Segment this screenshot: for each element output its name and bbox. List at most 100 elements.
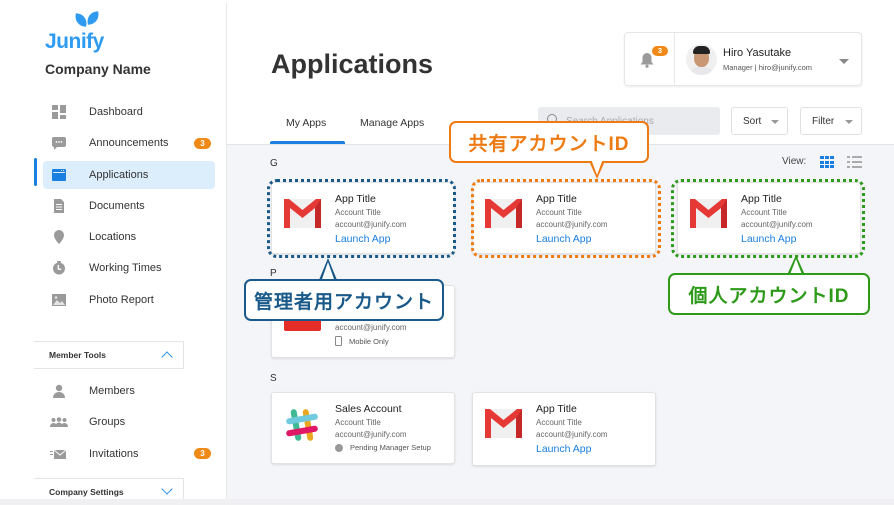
logo-leaf-icon — [74, 13, 88, 27]
invitations-badge: 3 — [194, 448, 211, 460]
user-name: Hiro Yasutake — [723, 47, 792, 59]
sidebar-item-label: Working Times — [89, 262, 162, 275]
account-title: Account Title — [536, 208, 582, 217]
sidebar-item-label: Locations — [89, 231, 137, 244]
sidebar-item-label: Photo Report — [89, 293, 154, 306]
clock-icon — [53, 261, 65, 275]
sort-label: Sort — [743, 115, 762, 127]
notifications-badge: 3 — [652, 46, 668, 56]
sidebar-item-locations[interactable]: Locations — [34, 223, 216, 251]
logo-text: Junify — [45, 30, 104, 53]
chevron-up-icon — [161, 351, 173, 363]
grid-view-icon[interactable] — [820, 156, 834, 168]
image-icon — [52, 293, 66, 306]
launch-app-link[interactable]: Launch App — [536, 443, 591, 455]
map-pin-icon — [54, 230, 64, 245]
app-card[interactable]: Sales Account Account Title account@juni… — [271, 392, 455, 464]
sidebar-item-members[interactable]: Members — [34, 377, 216, 405]
app-title: App Title — [741, 193, 782, 205]
sidebar-item-label: Announcements — [89, 137, 169, 150]
app-card[interactable]: App Title Account Title account@junify.c… — [472, 392, 656, 466]
active-tab-indicator — [270, 141, 345, 144]
sidebar: Junify Company Name Dashboard Announceme… — [0, 0, 226, 505]
app-card[interactable]: App Title Account Title account@junify.c… — [472, 182, 656, 254]
sidebar-item-announcements[interactable]: Announcements 3 — [34, 129, 216, 157]
list-view-icon[interactable] — [847, 156, 862, 168]
status-text: Pending Manager Setup — [350, 443, 431, 452]
gmail-icon — [284, 199, 321, 228]
filter-dropdown[interactable]: Filter — [800, 107, 862, 135]
gmail-icon — [690, 199, 727, 228]
caret-down-icon — [771, 120, 779, 124]
account-title: Account Title — [741, 208, 787, 217]
slack-icon — [286, 409, 318, 441]
junify-logo[interactable]: Junify — [45, 11, 115, 53]
launch-app-link[interactable]: Launch App — [536, 233, 591, 245]
app-status: Mobile Only — [335, 336, 389, 346]
sidebar-item-applications[interactable]: Applications — [43, 160, 215, 189]
sidebar-item-label: Members — [89, 385, 135, 397]
app-card[interactable]: App Title Account Title account@junify.c… — [271, 182, 455, 254]
view-label: View: — [782, 156, 807, 167]
app-title: Sales Account — [335, 403, 402, 415]
member-tools-nav: Members Groups Invitations 3 — [34, 377, 216, 471]
account-email: account@junify.com — [536, 430, 608, 439]
gmail-icon — [485, 199, 522, 228]
caret-down-icon — [845, 120, 853, 124]
account-email: account@junify.com — [536, 220, 608, 229]
sidebar-item-groups[interactable]: Groups — [34, 408, 216, 436]
sidebar-nav: Dashboard Announcements 3 Applications D… — [34, 98, 216, 317]
bell-icon — [640, 53, 654, 68]
main-content: Applications 3 Hiro Yasutake Manager | h… — [226, 3, 894, 499]
bottom-border — [0, 499, 894, 505]
account-email: account@junify.com — [335, 220, 407, 229]
sort-dropdown[interactable]: Sort — [731, 107, 788, 135]
account-title: Account Title — [335, 208, 381, 217]
logo-leaf-icon — [86, 11, 100, 25]
sidebar-item-dashboard[interactable]: Dashboard — [34, 98, 216, 126]
chat-bubble-icon — [52, 137, 66, 151]
app-title: App Title — [536, 403, 577, 415]
sidebar-item-photo-report[interactable]: Photo Report — [34, 286, 216, 314]
avatar[interactable] — [686, 44, 717, 75]
sidebar-item-working-times[interactable]: Working Times — [34, 254, 216, 282]
admin-account-callout: 管理者用アカウント — [244, 279, 444, 321]
person-icon — [53, 384, 65, 398]
launch-app-link[interactable]: Launch App — [335, 233, 390, 245]
section-title: Member Tools — [49, 350, 106, 360]
sidebar-item-label: Groups — [89, 416, 126, 429]
chevron-down-icon — [161, 483, 173, 495]
app-status: Pending Manager Setup — [335, 443, 431, 452]
app-card[interactable]: App Title Account Title account@junify.c… — [677, 182, 861, 254]
launch-app-link[interactable]: Launch App — [741, 233, 796, 245]
account-email: account@junify.com — [335, 430, 407, 439]
sidebar-item-label: Invitations — [89, 447, 139, 460]
member-tools-header[interactable]: Member Tools — [34, 341, 184, 369]
personal-account-callout: 個人アカウントID — [668, 273, 870, 315]
caret-down-icon[interactable] — [839, 59, 849, 64]
account-email: account@junify.com — [335, 323, 407, 332]
page-title: Applications — [271, 49, 434, 79]
tab-my-apps[interactable]: My Apps — [286, 117, 326, 129]
notifications-button[interactable]: 3 — [625, 33, 675, 85]
sidebar-item-invitations[interactable]: Invitations 3 — [34, 440, 216, 468]
account-email: account@junify.com — [741, 220, 813, 229]
filter-label: Filter — [812, 115, 835, 127]
tab-manage-apps[interactable]: Manage Apps — [360, 117, 424, 129]
group-letter: G — [270, 158, 278, 169]
document-icon — [54, 198, 64, 213]
sidebar-item-label: Applications — [89, 168, 149, 181]
sidebar-item-label: Dashboard — [89, 106, 143, 118]
dashboard-icon — [52, 105, 66, 119]
account-title: Account Title — [536, 418, 582, 427]
company-name: Company Name — [45, 61, 151, 77]
sidebar-item-documents[interactable]: Documents — [34, 192, 216, 220]
app-title: App Title — [335, 193, 376, 205]
shared-account-callout: 共有アカウントID — [449, 121, 649, 163]
group-icon — [50, 417, 68, 428]
clock-icon — [335, 443, 343, 452]
mobile-phone-icon — [335, 336, 342, 346]
envelope-icon — [50, 449, 66, 459]
user-menu[interactable]: 3 Hiro Yasutake Manager | hiro@junify.co… — [624, 32, 862, 86]
user-subtitle: Manager | hiro@junify.com — [723, 63, 813, 72]
